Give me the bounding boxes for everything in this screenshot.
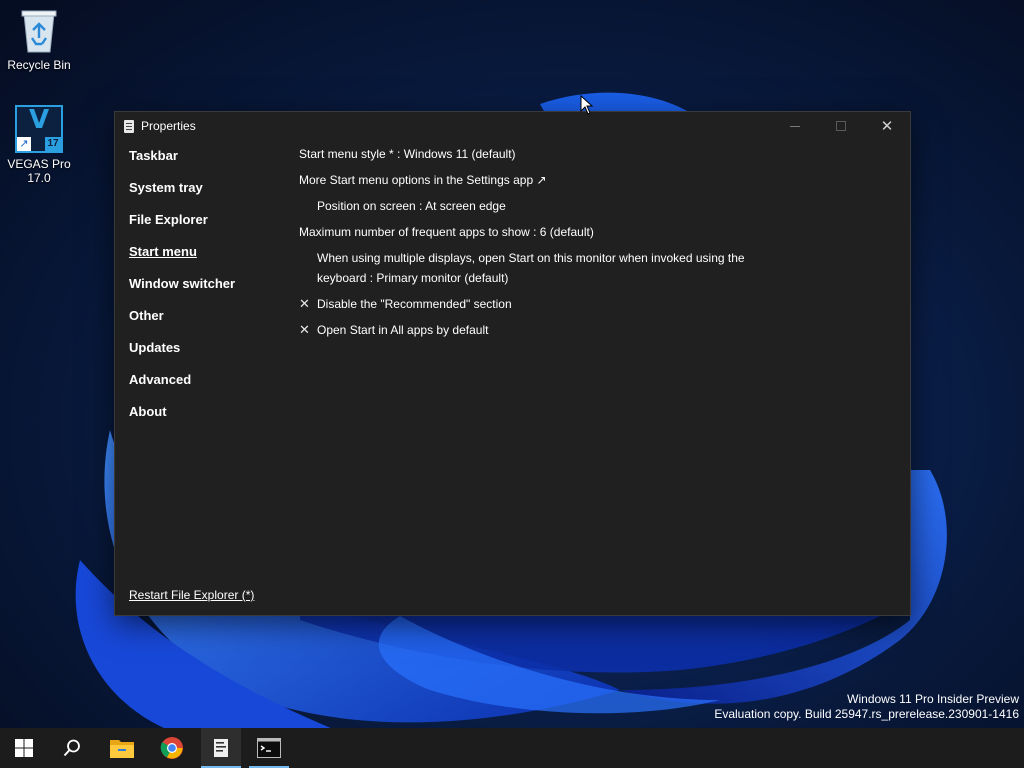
multi-display-option[interactable]: When using multiple displays, open Start… — [299, 248, 749, 294]
terminal-icon — [257, 738, 281, 758]
disable-recommended-option[interactable]: ✕ Disable the "Recommended" section — [299, 294, 879, 320]
sidebar-item-about[interactable]: About — [129, 402, 289, 434]
vegas-pro-icon: V 17 ↗ — [15, 105, 63, 153]
max-frequent-apps-option[interactable]: Maximum number of frequent apps to show … — [299, 222, 879, 248]
open-all-apps-label: Open Start in All apps by default — [317, 323, 489, 337]
start-menu-options: Start menu style * : Windows 11 (default… — [299, 144, 879, 346]
start-icon — [15, 739, 33, 757]
sidebar-item-advanced[interactable]: Advanced — [129, 370, 289, 402]
sidebar-item-system-tray[interactable]: System tray — [129, 178, 289, 210]
file-explorer-icon — [110, 740, 134, 758]
sidebar-item-start-menu[interactable]: Start menu — [129, 242, 289, 274]
vegas-pro-label: VEGAS Pro 17.0 — [7, 157, 71, 185]
window-title: Properties — [141, 119, 196, 133]
chrome-icon — [160, 737, 183, 759]
minimize-icon — [790, 125, 800, 127]
vegas-pro-desktop-icon[interactable]: V 17 ↗ VEGAS Pro 17.0 — [1, 105, 77, 185]
properties-taskbar-button[interactable] — [201, 728, 241, 768]
sidebar-item-taskbar[interactable]: Taskbar — [129, 146, 289, 178]
sidebar-item-other[interactable]: Other — [129, 306, 289, 338]
sidebar-nav: Taskbar System tray File Explorer Start … — [129, 146, 289, 434]
unchecked-x-icon: ✕ — [299, 297, 310, 312]
mouse-cursor-icon — [580, 95, 594, 115]
watermark-edition: Windows 11 Pro Insider Preview — [847, 692, 1019, 706]
properties-window: Properties ✕ Taskbar System tray File Ex… — [114, 111, 911, 616]
sidebar-item-file-explorer[interactable]: File Explorer — [129, 210, 289, 242]
minimize-button[interactable] — [772, 112, 818, 140]
open-all-apps-option[interactable]: ✕ Open Start in All apps by default — [299, 320, 879, 346]
unchecked-x-icon: ✕ — [299, 323, 310, 338]
vegas-version-badge: 17 — [45, 137, 61, 151]
sidebar-item-window-switcher[interactable]: Window switcher — [129, 274, 289, 306]
taskbar — [0, 728, 1024, 768]
start-menu-style-option[interactable]: Start menu style * : Windows 11 (default… — [299, 144, 879, 170]
recycle-bin-icon — [21, 10, 57, 53]
disable-recommended-label: Disable the "Recommended" section — [317, 297, 512, 311]
sidebar-item-updates[interactable]: Updates — [129, 338, 289, 370]
close-icon: ✕ — [880, 117, 894, 135]
chrome-taskbar-button[interactable] — [152, 728, 192, 768]
recycle-bin-label: Recycle Bin — [7, 58, 71, 72]
vegas-v-glyph: V — [29, 105, 50, 135]
close-button[interactable]: ✕ — [864, 112, 910, 140]
more-start-menu-options-link[interactable]: More Start menu options in the Settings … — [299, 170, 879, 196]
app-icon — [124, 119, 134, 133]
window-titlebar[interactable]: Properties ✕ — [115, 112, 910, 140]
recycle-bin-desktop-icon[interactable]: Recycle Bin — [1, 8, 77, 72]
watermark-build: Evaluation copy. Build 25947.rs_prerelea… — [714, 707, 1019, 721]
position-on-screen-option[interactable]: Position on screen : At screen edge — [299, 196, 879, 222]
evaluation-watermark: Windows 11 Pro Insider Preview Evaluatio… — [714, 692, 1019, 722]
maximize-icon — [836, 121, 846, 131]
search-icon — [63, 739, 80, 757]
search-button[interactable] — [52, 728, 92, 768]
restart-file-explorer-link[interactable]: Restart File Explorer (*) — [129, 588, 254, 602]
terminal-taskbar-button[interactable] — [249, 728, 289, 768]
start-button[interactable] — [4, 728, 44, 768]
shortcut-arrow-icon: ↗ — [17, 137, 31, 151]
maximize-button[interactable] — [818, 112, 864, 140]
file-explorer-taskbar-button[interactable] — [102, 728, 142, 768]
explorerpatcher-icon — [214, 739, 228, 757]
